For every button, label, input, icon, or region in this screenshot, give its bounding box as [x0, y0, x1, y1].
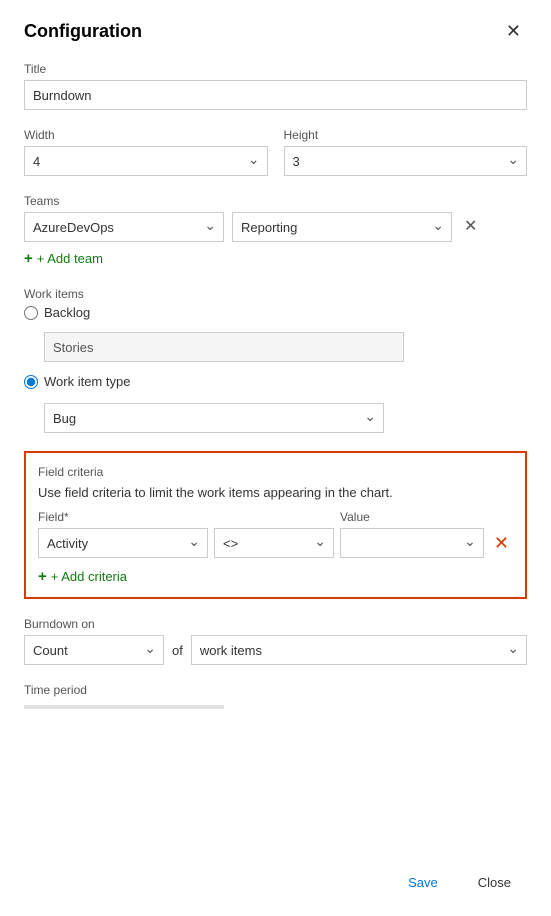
- work-items-radio-group: Backlog Work item type Bug Task Epic Fea…: [24, 305, 527, 433]
- field-criteria-description: Use field criteria to limit the work ite…: [38, 485, 513, 500]
- work-items-section: Work items Backlog Work item type Bug Ta…: [24, 287, 527, 433]
- width-select-wrapper: 1 2 3 4 5 6: [24, 146, 268, 176]
- field-col-header: Field*: [38, 510, 208, 524]
- backlog-input[interactable]: [44, 332, 404, 362]
- count-select[interactable]: Count Sum: [24, 635, 164, 665]
- work-type-select-wrapper: Bug Task Epic Feature User Story: [44, 403, 384, 433]
- items-select[interactable]: work items story points effort remaining…: [191, 635, 527, 665]
- title-input[interactable]: [24, 80, 527, 110]
- backlog-radio[interactable]: [24, 306, 38, 320]
- teams-section: Teams AzureDevOps Reporting Project1 Azu…: [24, 194, 527, 269]
- add-team-label: + Add team: [37, 251, 103, 266]
- time-period-label: Time period: [24, 683, 527, 697]
- team2-select[interactable]: AzureDevOps Reporting Project1: [232, 212, 452, 242]
- of-label: of: [172, 643, 183, 658]
- backlog-label-text: Backlog: [44, 305, 90, 320]
- backlog-field: [44, 332, 527, 362]
- width-height-section: Width 1 2 3 4 5 6 Height 1 2 3 4: [24, 128, 527, 176]
- width-col: Width 1 2 3 4 5 6: [24, 128, 268, 176]
- criteria-column-headers: Field* Value: [38, 510, 513, 524]
- work-type-select-container: Bug Task Epic Feature User Story: [44, 403, 384, 433]
- height-col: Height 1 2 3 4 5 6: [284, 128, 528, 176]
- operator-col-header: [214, 510, 334, 524]
- backlog-radio-label[interactable]: Backlog: [24, 305, 527, 320]
- criteria-field-select[interactable]: Activity Area Assigned To State Tag: [38, 528, 208, 558]
- title-section: Title: [24, 62, 527, 110]
- width-label: Width: [24, 128, 268, 142]
- value-col-header: Value: [340, 510, 513, 524]
- close-icon-button[interactable]: ✕: [500, 20, 527, 42]
- work-items-label: Work items: [24, 287, 527, 301]
- add-criteria-button[interactable]: + + Add criteria: [38, 566, 127, 587]
- time-period-bar: [24, 705, 224, 709]
- team1-select-wrapper: AzureDevOps Reporting Project1: [24, 212, 224, 242]
- criteria-operator-select[interactable]: = <> < > <= >= In Not In: [214, 528, 334, 558]
- delete-criteria-button[interactable]: ✕: [490, 532, 513, 554]
- criteria-field-select-wrapper: Activity Area Assigned To State Tag: [38, 528, 208, 558]
- width-select[interactable]: 1 2 3 4 5 6: [24, 146, 268, 176]
- field-criteria-label: Field criteria: [38, 465, 513, 479]
- height-label: Height: [284, 128, 528, 142]
- burndown-on-row: Count Sum of work items story points eff…: [24, 635, 527, 665]
- criteria-row: Activity Area Assigned To State Tag = <>…: [38, 528, 513, 558]
- teams-label: Teams: [24, 194, 527, 208]
- dialog-footer: Save Close: [392, 868, 527, 896]
- title-label: Title: [24, 62, 527, 76]
- burndown-on-section: Burndown on Count Sum of work items stor…: [24, 617, 527, 665]
- add-team-plus-icon: +: [24, 250, 33, 267]
- dialog-header: Configuration ✕: [24, 20, 527, 42]
- work-item-type-label-text: Work item type: [44, 374, 130, 389]
- work-item-type-radio[interactable]: [24, 375, 38, 389]
- add-criteria-label: + Add criteria: [51, 569, 127, 584]
- dialog-title: Configuration: [24, 21, 142, 42]
- teams-row: AzureDevOps Reporting Project1 AzureDevO…: [24, 212, 527, 242]
- height-select-wrapper: 1 2 3 4 5 6: [284, 146, 528, 176]
- work-type-select[interactable]: Bug Task Epic Feature User Story: [44, 403, 384, 433]
- team2-select-wrapper: AzureDevOps Reporting Project1: [232, 212, 452, 242]
- add-criteria-plus-icon: +: [38, 568, 47, 585]
- criteria-value-select[interactable]: [340, 528, 484, 558]
- burndown-on-label: Burndown on: [24, 617, 527, 631]
- time-period-section: Time period: [24, 683, 527, 709]
- team1-select[interactable]: AzureDevOps Reporting Project1: [24, 212, 224, 242]
- criteria-operator-select-wrapper: = <> < > <= >= In Not In: [214, 528, 334, 558]
- field-criteria-box: Field criteria Use field criteria to lim…: [24, 451, 527, 599]
- height-select[interactable]: 1 2 3 4 5 6: [284, 146, 528, 176]
- save-button[interactable]: Save: [392, 868, 454, 896]
- count-select-wrapper: Count Sum: [24, 635, 164, 665]
- items-select-wrapper: work items story points effort remaining…: [191, 635, 527, 665]
- add-team-button[interactable]: + + Add team: [24, 248, 103, 269]
- remove-team-button[interactable]: ✕: [460, 217, 481, 237]
- criteria-value-select-wrapper: [340, 528, 484, 558]
- close-button[interactable]: Close: [462, 868, 527, 896]
- configuration-dialog: Configuration ✕ Title Width 1 2 3 4 5 6 …: [0, 0, 551, 916]
- work-item-type-radio-label[interactable]: Work item type: [24, 374, 527, 389]
